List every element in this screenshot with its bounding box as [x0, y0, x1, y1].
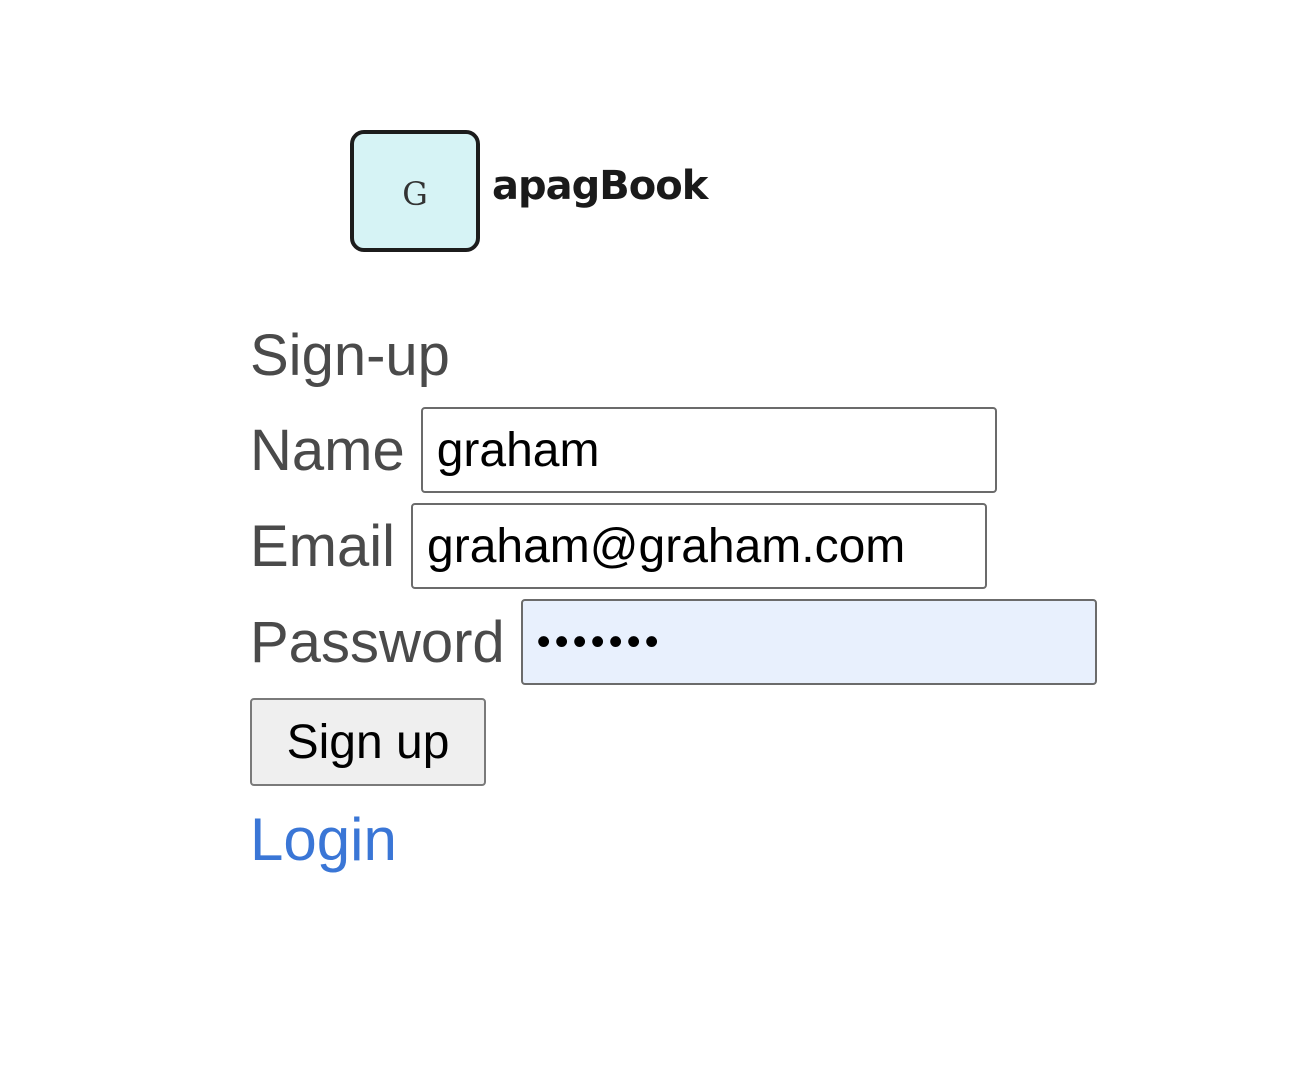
email-label: Email [250, 513, 396, 579]
name-row: Name [250, 402, 1097, 498]
password-input[interactable] [520, 599, 1097, 685]
password-label: Password [250, 609, 505, 675]
login-link[interactable]: Login [250, 800, 1097, 880]
app-logo: G apagBook [350, 130, 708, 252]
name-label: Name [250, 417, 405, 483]
name-input[interactable] [420, 407, 997, 493]
email-row: Email [250, 498, 1097, 594]
page-title: Sign-up [250, 323, 450, 388]
logo-letter: G [402, 175, 428, 213]
logo-badge: G [350, 130, 480, 252]
sign-up-button[interactable]: Sign up [250, 698, 486, 786]
signup-form: Sign-up Name Email Password Sign up Logi… [250, 318, 1097, 880]
logo-wordmark: apagBook [492, 163, 708, 209]
password-row: Password [250, 594, 1097, 690]
email-input[interactable] [411, 503, 988, 589]
